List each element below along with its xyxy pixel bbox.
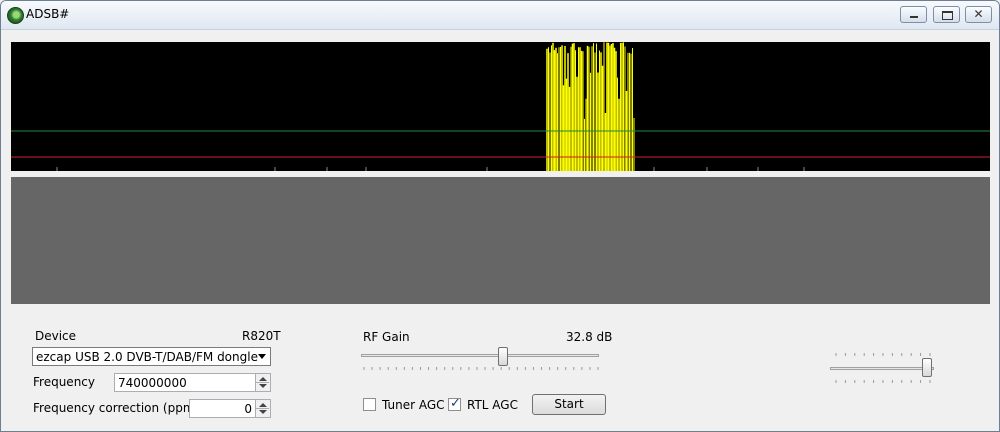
frequency-label: Frequency xyxy=(33,375,95,389)
threshold-thumb[interactable] xyxy=(922,358,932,377)
rf-gain-thumb[interactable] xyxy=(497,347,508,366)
frequency-value: 740000000 xyxy=(118,376,187,390)
device-select-value: ezcap USB 2.0 DVB-T/DAB/FM dongle xyxy=(36,350,258,364)
tuner-type: R820T xyxy=(242,329,281,343)
main-window: ADSB# ✕ Device R820T ezcap USB 2.0 DVB-T… xyxy=(0,0,1000,432)
rtl-agc-checkbox[interactable]: ✓ xyxy=(448,396,461,411)
title-bar: ADSB# ✕ xyxy=(1,1,999,30)
tuner-agc-label: Tuner AGC xyxy=(382,398,445,412)
rf-gain-value: 32.8 dB xyxy=(566,330,613,344)
tuner-agc-checkbox[interactable] xyxy=(363,398,376,411)
baseline-ticks xyxy=(56,167,805,171)
waterfall-display[interactable] xyxy=(11,177,990,304)
chevron-down-icon xyxy=(258,354,266,359)
rf-gain-label: RF Gain xyxy=(363,330,410,344)
minimize-icon xyxy=(910,16,918,18)
frequency-correction-spinner[interactable] xyxy=(255,400,270,417)
window-title: ADSB# xyxy=(26,7,70,21)
close-button[interactable]: ✕ xyxy=(965,6,992,23)
frequency-correction-input[interactable]: 0 xyxy=(189,399,271,418)
spin-down-icon[interactable] xyxy=(259,410,267,414)
close-icon: ✕ xyxy=(973,7,984,21)
device-select[interactable]: ezcap USB 2.0 DVB-T/DAB/FM dongle xyxy=(32,347,271,366)
rf-gain-ticks xyxy=(363,367,599,370)
checkmark-icon: ✓ xyxy=(450,396,461,411)
maximize-icon xyxy=(942,11,953,20)
minimize-button[interactable] xyxy=(900,6,927,23)
device-label: Device xyxy=(35,329,77,343)
threshold-ticks-top xyxy=(835,353,931,356)
spin-up-icon[interactable] xyxy=(259,377,267,381)
threshold-track[interactable] xyxy=(830,367,934,370)
threshold-ticks-bottom xyxy=(835,380,931,383)
spin-up-icon[interactable] xyxy=(259,403,267,407)
frequency-correction-value: 0 xyxy=(244,402,252,416)
spectrum-plot xyxy=(11,42,990,171)
start-button[interactable]: Start xyxy=(532,394,606,415)
signal-trace xyxy=(546,42,635,171)
app-icon xyxy=(7,7,24,24)
maximize-button[interactable] xyxy=(933,6,960,23)
rf-gain-track[interactable] xyxy=(361,354,599,357)
frequency-correction-label: Frequency correction (ppm) xyxy=(33,401,200,415)
rtl-agc-label: RTL AGC xyxy=(467,398,518,412)
spectrum-display[interactable] xyxy=(11,42,990,171)
spin-down-icon[interactable] xyxy=(259,384,267,388)
frequency-input[interactable]: 740000000 xyxy=(114,373,271,392)
frequency-spinner[interactable] xyxy=(255,374,270,391)
